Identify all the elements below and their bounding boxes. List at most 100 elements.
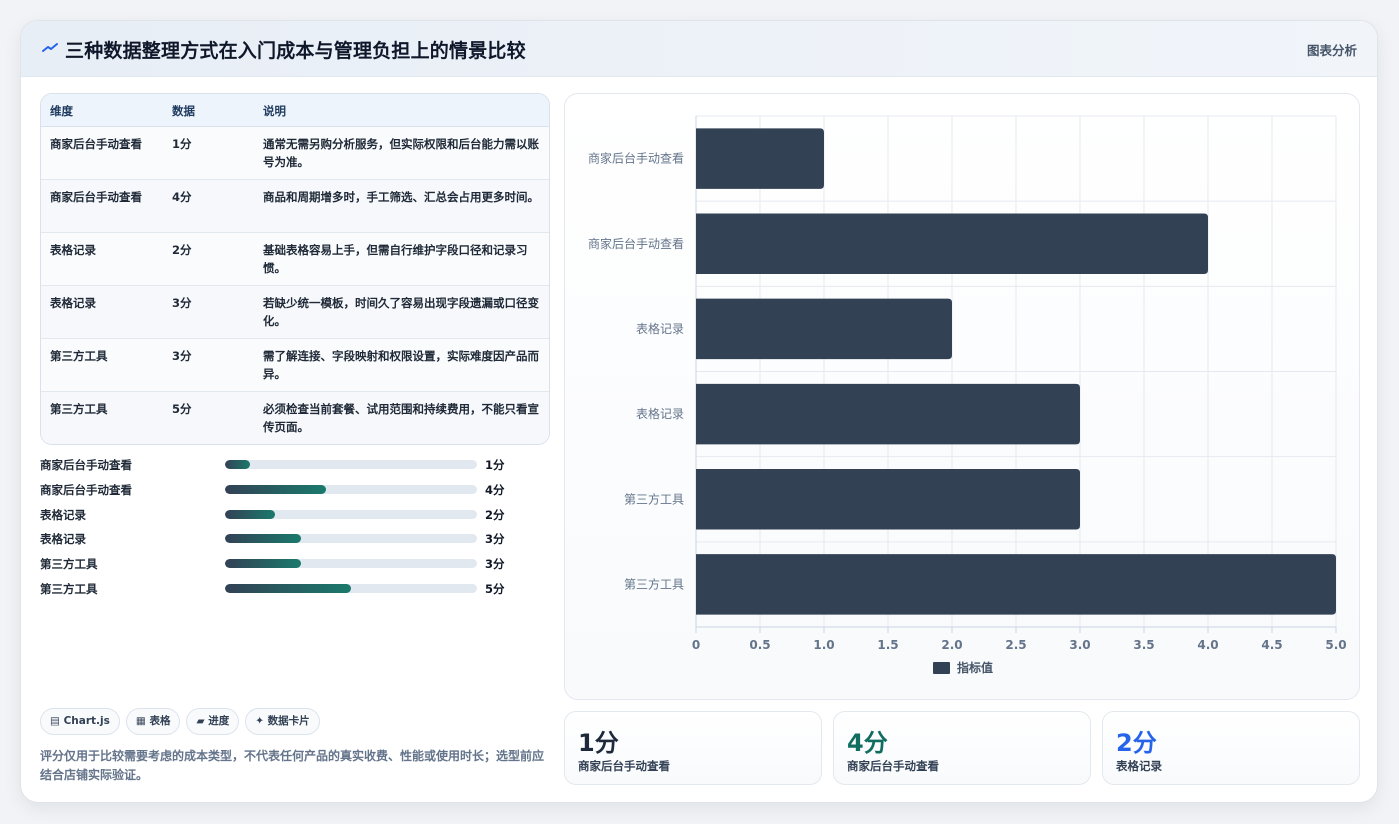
chip-label: 数据卡片 [267, 715, 310, 727]
bar [696, 213, 1208, 274]
row-value: 1分 [172, 137, 192, 151]
chip-label: Chart.js [63, 715, 110, 727]
bar-chart-panel: 0 0.5 1.0 1.5 2.0 2.5 3.0 3.5 4.0 4.5 5.0 商家后台手动查看商… [564, 93, 1360, 700]
stat-value: 2分 [1116, 729, 1157, 757]
row-dimension: 表格记录 [50, 296, 96, 310]
progress-track [225, 484, 477, 494]
chip-chartjs[interactable]: ▤ Chart.js [40, 708, 120, 735]
x-tick-label: 0.5 [749, 638, 770, 652]
legend-swatch [933, 662, 950, 674]
table-row: 表格记录 2分 基础表格容易上手，但需自行维护字段口径和记录习惯。 [41, 233, 549, 286]
header-data: 数据 [172, 104, 195, 118]
x-tick-label: 1.0 [813, 638, 834, 652]
row-value: 4分 [172, 190, 192, 204]
progress-label: 第三方工具 [40, 557, 98, 572]
bar [696, 383, 1080, 445]
trend-icon [42, 43, 58, 52]
progress-row: 商家后台手动查看 4分 [40, 480, 550, 505]
x-tick-label: 2.5 [1005, 638, 1026, 652]
main-card: 三种数据整理方式在入门成本与管理负担上的情景比较 图表分析 维度 数据 说明 商… [20, 20, 1378, 803]
row-dimension: 第三方工具 [50, 402, 108, 416]
progress-track [225, 583, 477, 593]
feature-chips: ▤ Chart.js ▦ 表格 ▰ 进度 ✦ 数据卡片 [40, 708, 326, 736]
progress-value: 5分 [485, 581, 505, 596]
bar [696, 554, 1336, 615]
progress-track [225, 534, 477, 544]
x-tick-label: 4.5 [1261, 638, 1282, 652]
row-value: 3分 [172, 296, 192, 310]
table-row: 表格记录 3分 若缺少统一模板，时间久了容易出现字段遗漏或口径变化。 [41, 286, 549, 339]
row-value: 3分 [172, 349, 192, 363]
progress-value: 3分 [485, 532, 505, 547]
x-tick-label: 3.0 [1069, 638, 1090, 652]
table-row: 第三方工具 5分 必须检查当前套餐、试用范围和持续费用，不能只看宣传页面。 [41, 392, 549, 444]
progress-label: 表格记录 [40, 507, 86, 522]
progress-row: 商家后台手动查看 1分 [40, 455, 550, 480]
chip-progress[interactable]: ▰ 进度 [186, 708, 240, 735]
stat-value: 4分 [847, 729, 888, 757]
bar [696, 128, 824, 189]
table-icon: ▦ [135, 715, 146, 727]
progress-fill [225, 460, 251, 469]
bar-chart: 0 0.5 1.0 1.5 2.0 2.5 3.0 3.5 4.0 4.5 5.0 商家后台手动查看商… [588, 115, 1347, 675]
row-value: 2分 [172, 243, 192, 257]
x-tick-label: 4.0 [1197, 638, 1218, 652]
progress-row: 表格记录 2分 [40, 505, 550, 530]
progress-label: 商家后台手动查看 [40, 482, 132, 497]
row-description: 基础表格容易上手，但需自行维护字段口径和记录习惯。 [263, 243, 528, 275]
row-description: 通常无需另购分析服务，但实际权限和后台能力需以账号为准。 [263, 137, 539, 169]
progress-fill [225, 559, 301, 569]
progress-track [225, 509, 477, 519]
y-category-label: 表格记录 [636, 406, 684, 421]
row-dimension: 商家后台手动查看 [50, 137, 142, 151]
page-title: 三种数据整理方式在入门成本与管理负担上的情景比较 [65, 40, 526, 62]
table-row: 第三方工具 3分 需了解连接、字段映射和权限设置，实际难度因产品而异。 [41, 339, 549, 392]
bar [696, 469, 1080, 530]
y-category-label: 商家后台手动查看 [588, 151, 684, 166]
row-description: 若缺少统一模板，时间久了容易出现字段遗漏或口径变化。 [263, 296, 539, 328]
progress-row: 第三方工具 3分 [40, 554, 550, 579]
card-icon: ✦ [255, 715, 265, 727]
y-category-label: 商家后台手动查看 [588, 236, 684, 251]
y-category-label: 第三方工具 [624, 576, 684, 591]
progress-fill [225, 534, 301, 544]
comparison-table: 维度 数据 说明 商家后台手动查看 1分 通常无需另购分析服务，但实际权限和后台… [40, 93, 550, 445]
stat-card: 1分 商家后台手动查看 [564, 711, 822, 785]
progress-value: 1分 [485, 458, 505, 472]
header-dimension: 维度 [50, 104, 73, 118]
row-description: 商品和周期增多时，手工筛选、汇总会占用更多时间。 [263, 190, 539, 204]
x-tick-label: 0 [692, 638, 700, 652]
progress-icon: ▰ [196, 715, 205, 727]
row-value: 5分 [172, 402, 192, 416]
chart-icon: ▤ [50, 715, 60, 727]
progress-row: 第三方工具 5分 [40, 579, 550, 604]
progress-value: 3分 [485, 557, 505, 572]
progress-track [225, 559, 477, 569]
x-tick-label: 2.0 [941, 638, 962, 652]
stat-card: 4分 商家后台手动查看 [833, 711, 1091, 785]
legend-label: 指标值 [957, 660, 993, 675]
progress-label: 商家后台手动查看 [40, 458, 132, 472]
stat-value: 1分 [578, 729, 619, 757]
header-description: 说明 [263, 104, 286, 118]
chip-table[interactable]: ▦ 表格 [125, 708, 181, 735]
chip-data-card[interactable]: ✦ 数据卡片 [245, 708, 320, 735]
row-dimension: 第三方工具 [50, 349, 108, 363]
progress-value: 4分 [485, 482, 505, 497]
progress-label: 表格记录 [40, 532, 86, 547]
progress-label: 第三方工具 [40, 581, 98, 596]
header-bar: 三种数据整理方式在入门成本与管理负担上的情景比较 图表分析 [21, 21, 1377, 77]
progress-value: 2分 [485, 507, 505, 522]
y-category-label: 第三方工具 [624, 491, 684, 506]
table-row: 商家后台手动查看 1分 通常无需另购分析服务，但实际权限和后台能力需以账号为准。 [41, 127, 549, 180]
progress-fill [225, 484, 326, 494]
chart-analysis-tag: 图表分析 [1306, 43, 1357, 58]
stat-card: 2分 表格记录 [1102, 711, 1360, 785]
stat-label: 商家后台手动查看 [847, 759, 939, 773]
chip-label: 表格 [149, 715, 171, 727]
progress-row: 表格记录 3分 [40, 529, 550, 554]
progress-track [225, 460, 477, 469]
chip-label: 进度 [208, 715, 230, 727]
x-tick-label: 5.0 [1325, 638, 1346, 652]
bar [696, 298, 952, 360]
